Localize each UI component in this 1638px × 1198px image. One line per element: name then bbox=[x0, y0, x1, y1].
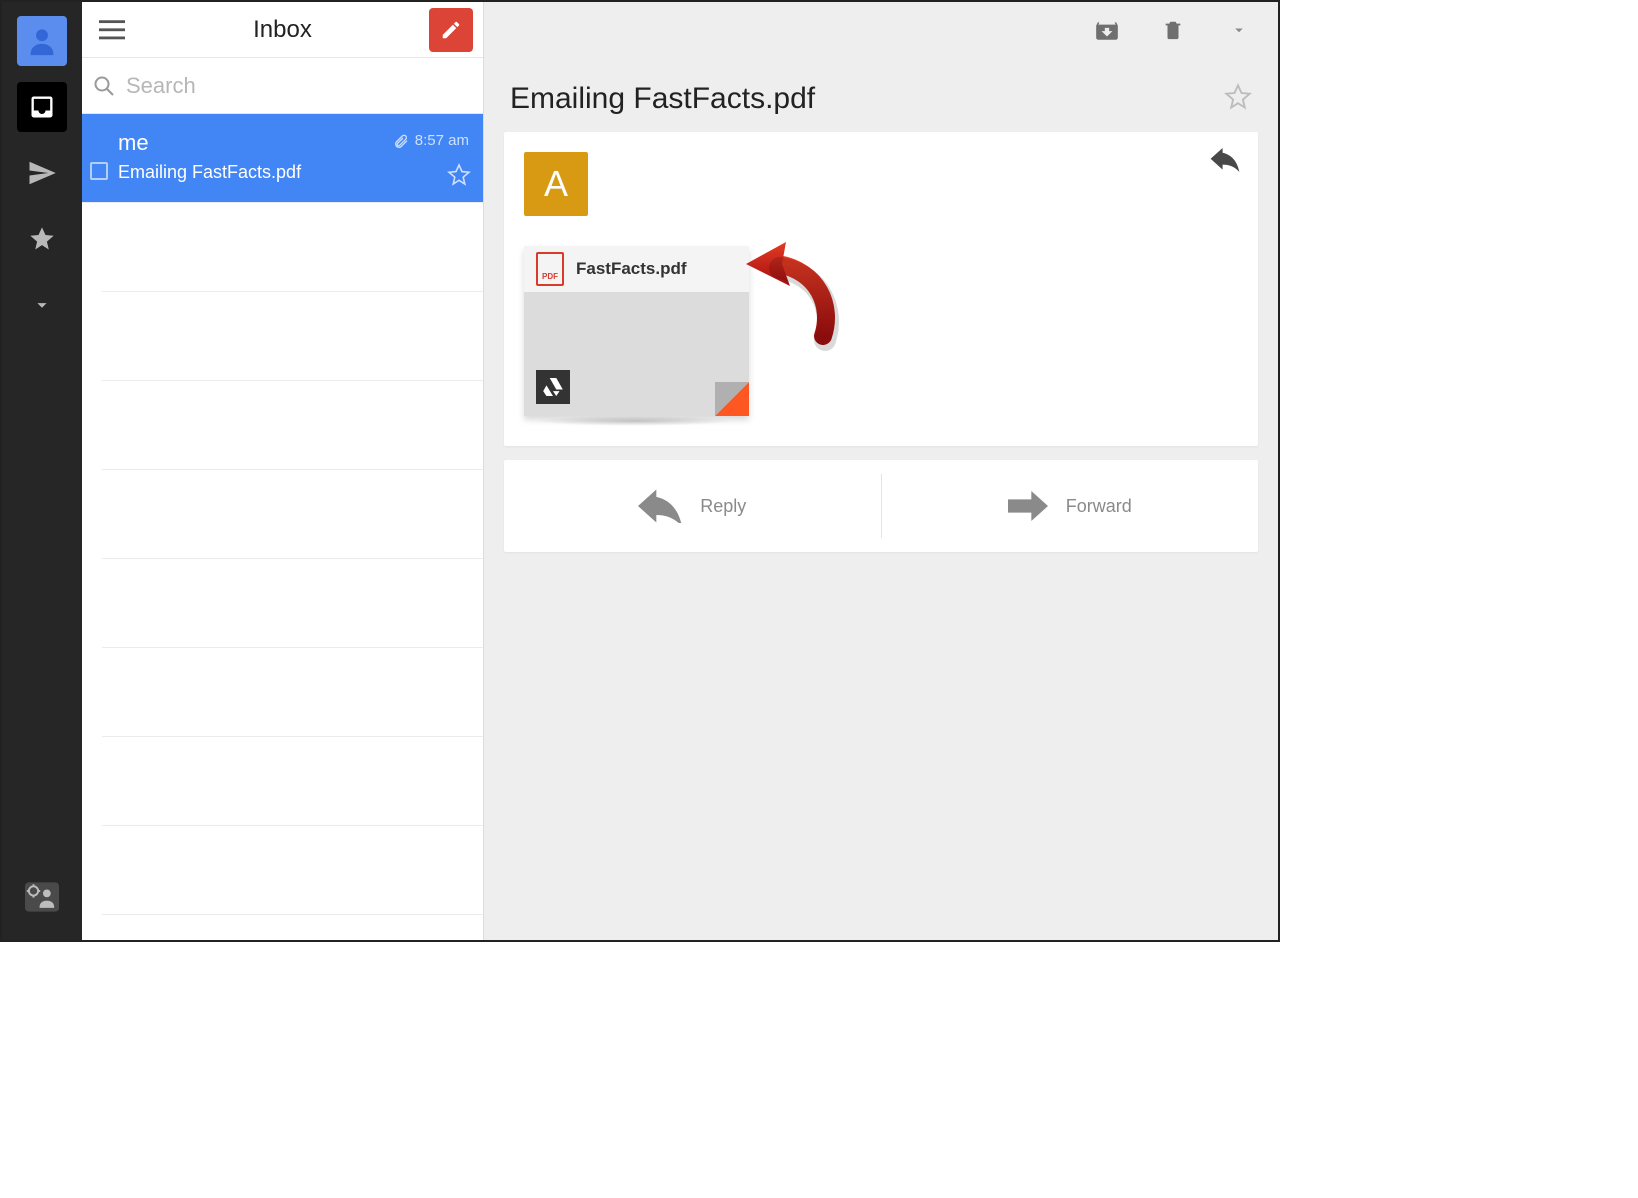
attachment-shadow bbox=[534, 416, 734, 426]
message-card: A PDF FastFacts.pdf bbox=[504, 132, 1258, 446]
message-subject: Emailing FastFacts.pdf bbox=[118, 162, 301, 183]
more-menu-button[interactable] bbox=[1226, 17, 1252, 43]
list-header: Inbox bbox=[82, 2, 483, 58]
message-time: 8:57 am bbox=[393, 132, 469, 149]
star-outline-icon bbox=[447, 163, 471, 187]
list-item bbox=[102, 737, 483, 826]
nav-inbox[interactable] bbox=[17, 82, 67, 132]
archive-icon bbox=[1094, 17, 1120, 43]
reply-button[interactable]: Reply bbox=[504, 460, 881, 552]
annotation-arrow-icon bbox=[738, 236, 848, 356]
message-star[interactable] bbox=[447, 163, 471, 192]
search-icon bbox=[92, 74, 116, 98]
list-item bbox=[102, 203, 483, 292]
archive-button[interactable] bbox=[1094, 17, 1120, 43]
detail-panel: Emailing FastFacts.pdf A PDF FastFacts.p bbox=[484, 2, 1278, 940]
inbox-icon bbox=[28, 93, 56, 121]
delete-button[interactable] bbox=[1160, 17, 1186, 43]
pencil-icon bbox=[440, 19, 462, 41]
list-item bbox=[102, 381, 483, 470]
pdf-badge-icon: PDF bbox=[536, 252, 564, 286]
menu-button[interactable] bbox=[92, 10, 132, 50]
list-item bbox=[102, 470, 483, 559]
list-item bbox=[102, 826, 483, 915]
message-list[interactable]: me Emailing FastFacts.pdf 8:57 am bbox=[82, 114, 483, 940]
reply-label: Reply bbox=[700, 496, 746, 517]
message-item[interactable]: me Emailing FastFacts.pdf 8:57 am bbox=[82, 114, 483, 203]
forward-button[interactable]: Forward bbox=[882, 460, 1259, 552]
nav-more[interactable] bbox=[17, 280, 67, 330]
trash-icon bbox=[1162, 17, 1184, 43]
sender-avatar[interactable]: A bbox=[524, 152, 588, 216]
person-icon bbox=[25, 24, 59, 58]
message-checkbox[interactable] bbox=[90, 162, 108, 180]
subject-row: Emailing FastFacts.pdf bbox=[484, 58, 1278, 132]
caret-down-icon bbox=[1230, 21, 1248, 39]
nav-sent[interactable] bbox=[17, 148, 67, 198]
drive-icon bbox=[543, 378, 563, 396]
list-item bbox=[102, 559, 483, 648]
nav-rail bbox=[2, 2, 82, 940]
nav-starred[interactable] bbox=[17, 214, 67, 264]
attachment-filename: FastFacts.pdf bbox=[576, 259, 687, 279]
star-toggle[interactable] bbox=[1224, 83, 1252, 116]
action-bar: Reply Forward bbox=[504, 460, 1258, 552]
search-input[interactable] bbox=[126, 73, 473, 99]
star-outline-icon bbox=[1224, 83, 1252, 111]
attachment-area: PDF FastFacts.pdf bbox=[524, 246, 1238, 416]
attachment-tile[interactable]: PDF FastFacts.pdf bbox=[524, 246, 749, 416]
send-icon bbox=[27, 158, 57, 188]
reply-icon bbox=[1210, 148, 1240, 172]
attachment-header: PDF FastFacts.pdf bbox=[524, 246, 749, 292]
page-curl-icon bbox=[715, 382, 749, 416]
message-list-panel: Inbox me Emailing FastFacts.pdf bbox=[82, 2, 484, 940]
folder-title: Inbox bbox=[82, 16, 483, 44]
chevron-down-icon bbox=[31, 294, 53, 316]
star-icon bbox=[28, 225, 56, 253]
reply-arrow-icon bbox=[638, 489, 682, 523]
list-item bbox=[102, 648, 483, 737]
reply-shortcut[interactable] bbox=[1210, 148, 1240, 177]
nav-profile[interactable] bbox=[17, 16, 67, 66]
attachment-icon bbox=[393, 133, 409, 149]
message-time-text: 8:57 am bbox=[415, 132, 469, 149]
app-root: Inbox me Emailing FastFacts.pdf bbox=[0, 0, 1280, 942]
settings-account-icon bbox=[25, 882, 59, 912]
email-subject: Emailing FastFacts.pdf bbox=[510, 82, 815, 116]
list-item bbox=[102, 292, 483, 381]
hamburger-icon bbox=[99, 20, 125, 40]
forward-label: Forward bbox=[1066, 496, 1132, 517]
message-sender: me bbox=[118, 130, 149, 156]
save-to-drive[interactable] bbox=[536, 370, 570, 404]
forward-arrow-icon bbox=[1008, 491, 1048, 521]
compose-button[interactable] bbox=[429, 8, 473, 52]
search-row bbox=[82, 58, 483, 114]
nav-settings[interactable] bbox=[17, 872, 67, 922]
detail-toolbar bbox=[484, 2, 1278, 58]
